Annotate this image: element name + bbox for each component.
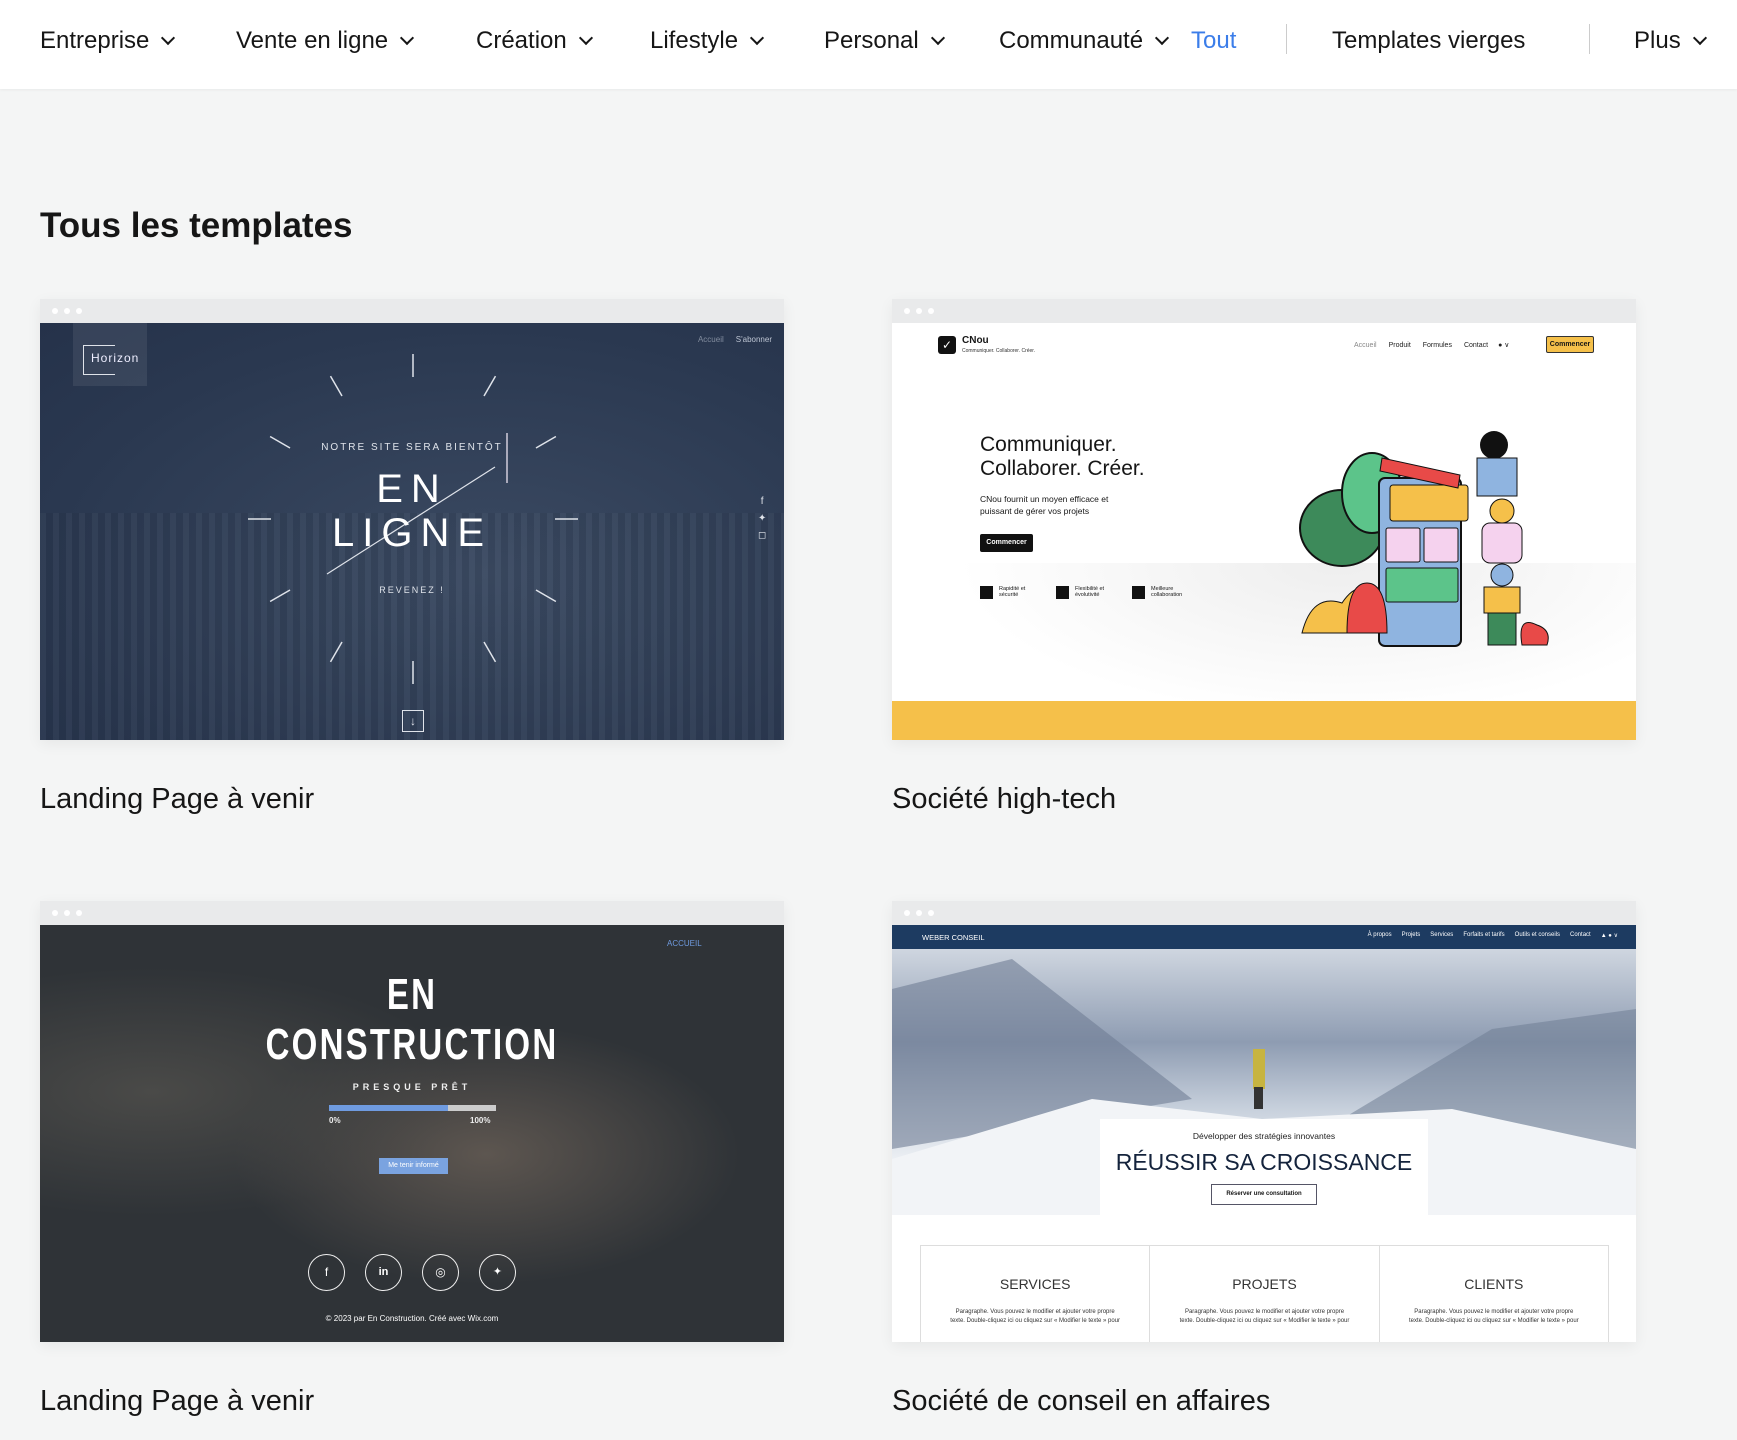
chevron-down-icon [1692, 30, 1707, 46]
facebook-icon[interactable]: f [308, 1254, 345, 1291]
site-nav: WEBER CONSEIL À propos Projets Services For… [892, 925, 1636, 949]
template-name[interactable]: Landing Page à venir [40, 783, 314, 816]
progress-bar [329, 1105, 496, 1111]
nav-label: Lifestyle [650, 27, 739, 54]
notify-button[interactable]: Me tenir informé [379, 1158, 448, 1174]
browser-bar [40, 299, 784, 323]
user-icon: ● ∨ [1498, 342, 1510, 349]
nav-divider [1589, 24, 1590, 54]
ray [329, 641, 343, 663]
cta-button[interactable]: Commencer [1546, 336, 1594, 353]
category-nav: Entreprise Vente en ligne Création Lifes… [0, 0, 1737, 89]
template-card[interactable]: ✓ CNou Communiquer. Collaborer. Créer. A… [892, 299, 1636, 740]
chevron-down-icon [400, 30, 415, 46]
template-card[interactable]: WEBER CONSEIL À propos Projets Services For… [892, 901, 1636, 1342]
nav-label: Personal [824, 27, 919, 54]
nav-plus[interactable]: Plus [1634, 27, 1707, 55]
facebook-icon[interactable]: f [758, 493, 766, 510]
nav-label: Plus [1634, 27, 1681, 54]
template-name[interactable]: Landing Page à venir [40, 1385, 314, 1418]
nav-tout[interactable]: Tout [1191, 27, 1236, 55]
ray [483, 641, 497, 663]
template-card[interactable]: Horizon Accueil S'abonner NOTRE SITE SERA… [40, 299, 784, 740]
browser-bar [892, 901, 1636, 925]
nav-label: Entreprise [40, 27, 150, 54]
nav-personal[interactable]: Personal [824, 27, 945, 55]
template-name[interactable]: Société de conseil en affaires [892, 1385, 1270, 1418]
nav-accueil[interactable]: ACCUEIL [667, 939, 702, 948]
template-name[interactable]: Société high-tech [892, 783, 1116, 816]
template-preview[interactable]: ACCUEIL EN CONSTRUCTION PRESQUE PRÊT 0% … [40, 925, 784, 1342]
ray [483, 375, 497, 397]
nav-label: Vente en ligne [236, 27, 389, 54]
template-preview[interactable]: Horizon Accueil S'abonner NOTRE SITE SERA… [40, 323, 784, 740]
twitter-icon[interactable]: ✦ [758, 510, 766, 527]
nav-communaute[interactable]: Communauté [999, 27, 1170, 55]
chevron-down-icon [930, 30, 945, 46]
accent-band [892, 701, 1636, 740]
template-preview[interactable]: ✓ CNou Communiquer. Collaborer. Créer. A… [892, 323, 1636, 740]
chevron-down-icon [749, 30, 765, 46]
instagram-icon[interactable]: ◻ [758, 527, 766, 544]
page-title: Tous les templates [40, 206, 353, 245]
check-logo-icon: ✓ [938, 336, 956, 354]
ray [329, 375, 343, 397]
chevron-down-icon [1155, 30, 1170, 46]
nav-label: Communauté [999, 27, 1144, 54]
linkedin-icon[interactable]: in [365, 1254, 402, 1291]
nav-vente-en-ligne[interactable]: Vente en ligne [236, 27, 415, 55]
chevron-down-icon [578, 30, 593, 46]
nav-creation[interactable]: Création [476, 27, 593, 55]
nav-lifestyle[interactable]: Lifestyle [650, 27, 765, 55]
nav-templates-vierges[interactable]: Templates vierges [1332, 27, 1525, 55]
bell-user-icon: ▲ ● ∨ [1600, 933, 1618, 939]
instagram-icon[interactable]: ◎ [422, 1254, 459, 1291]
browser-bar [892, 299, 1636, 323]
arrow-down-icon[interactable]: ↓ [402, 710, 424, 732]
template-preview[interactable]: WEBER CONSEIL À propos Projets Services For… [892, 925, 1636, 1342]
browser-bar [40, 901, 784, 925]
start-button[interactable]: Commencer [980, 534, 1033, 552]
nav-entreprise[interactable]: Entreprise [40, 27, 176, 55]
team-illustration [1299, 431, 1549, 647]
twitter-icon[interactable]: ✦ [479, 1254, 516, 1291]
template-card[interactable]: ACCUEIL EN CONSTRUCTION PRESQUE PRÊT 0% … [40, 901, 784, 1342]
nav-divider [1286, 24, 1287, 54]
consult-button[interactable]: Réserver une consultation [1211, 1184, 1317, 1205]
nav-label: Création [476, 27, 567, 54]
chevron-down-icon [161, 30, 176, 46]
